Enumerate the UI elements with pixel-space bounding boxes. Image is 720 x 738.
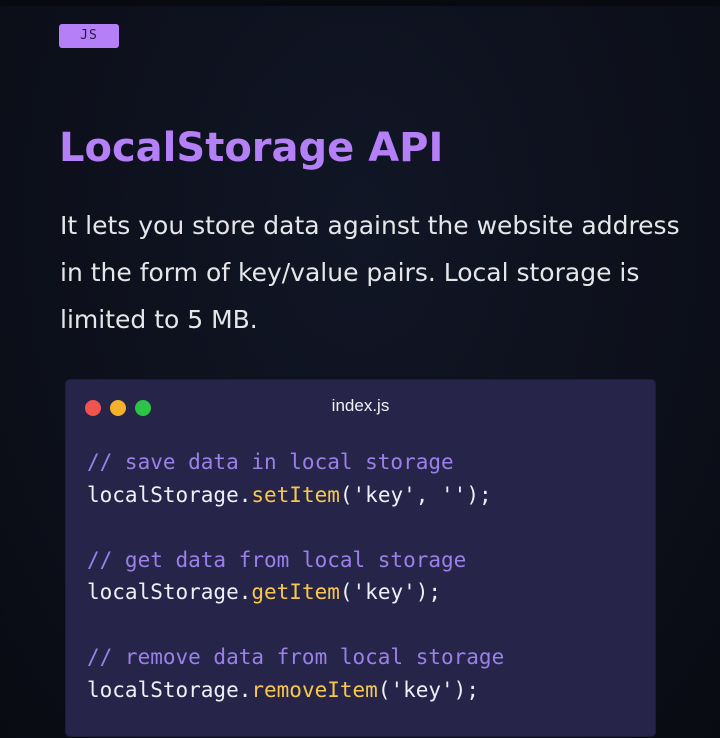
code-statement: localStorage.getItem('key'); — [87, 576, 504, 609]
code-filename: index.js — [331, 396, 390, 415]
code-comment: // save data in local storage — [87, 450, 454, 474]
code-args: ('key'); — [339, 580, 442, 604]
description-text: It lets you store data against the websi… — [60, 211, 680, 334]
code-block: // save data in local storage localStorag… — [87, 446, 504, 706]
code-dot: . — [238, 580, 252, 604]
code-method: setItem — [251, 482, 340, 507]
code-method: removeItem — [251, 677, 378, 702]
code-statement: localStorage.setItem('key', ''); — [87, 479, 504, 512]
code-dot: . — [238, 677, 252, 702]
page-title: LocalStorage API — [59, 125, 444, 171]
code-method: getItem — [251, 580, 340, 604]
code-statement: localStorage.removeItem('key'); — [87, 674, 504, 707]
code-comment: // remove data from local storage — [87, 645, 505, 669]
code-dot: . — [238, 482, 252, 507]
code-object: localStorage — [87, 677, 239, 702]
code-comment: // get data from local storage — [87, 547, 467, 572]
language-badge: JS — [59, 24, 119, 48]
code-args: ('key'); — [377, 677, 479, 702]
code-object: localStorage — [87, 580, 239, 604]
code-args: ('key', ''); — [339, 482, 492, 507]
code-object: localStorage — [87, 482, 239, 507]
code-window: index.js // save data in local storage lo… — [66, 380, 655, 736]
top-edge-bar — [0, 0, 720, 6]
